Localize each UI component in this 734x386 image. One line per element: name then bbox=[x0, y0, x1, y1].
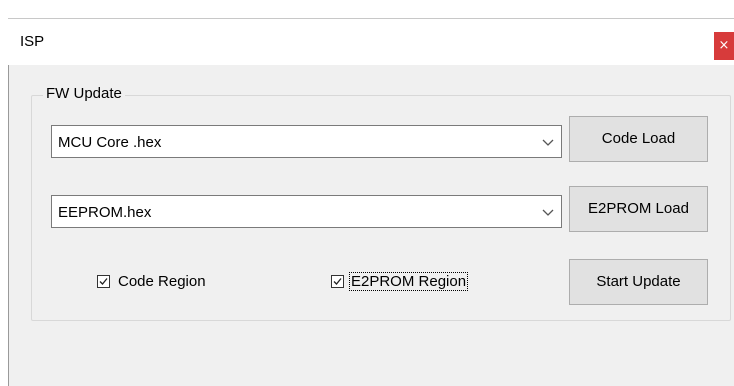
close-button[interactable]: × bbox=[714, 32, 734, 60]
code-load-button[interactable]: Code Load bbox=[569, 116, 708, 162]
code-file-combo[interactable]: MCU Core .hex bbox=[51, 125, 562, 158]
eeprom-file-value: EEPROM.hex bbox=[58, 204, 152, 221]
title-bar[interactable]: ISP × bbox=[8, 18, 734, 65]
e2prom-load-button[interactable]: E2PROM Load bbox=[569, 186, 708, 232]
top-strip bbox=[0, 0, 734, 18]
code-region-label: Code Region bbox=[118, 273, 206, 290]
checkmark-icon bbox=[333, 278, 342, 285]
e2prom-region-label: E2PROM Region bbox=[348, 272, 469, 291]
start-update-button[interactable]: Start Update bbox=[569, 259, 708, 305]
eeprom-file-combo[interactable]: EEPROM.hex bbox=[51, 195, 562, 228]
chevron-down-icon[interactable] bbox=[541, 205, 555, 219]
isp-window: ISP × FW Update MCU Core .hex Code Load … bbox=[0, 0, 734, 386]
client-area: FW Update MCU Core .hex Code Load EEPROM… bbox=[8, 65, 734, 386]
chevron-down-icon[interactable] bbox=[541, 135, 555, 149]
window-title: ISP bbox=[20, 33, 45, 50]
code-region-checkbox[interactable]: Code Region bbox=[97, 273, 206, 290]
close-icon: × bbox=[718, 38, 730, 53]
e2prom-region-checkbox[interactable]: E2PROM Region bbox=[331, 272, 469, 291]
checkbox-box[interactable] bbox=[97, 275, 110, 288]
code-file-value: MCU Core .hex bbox=[58, 134, 162, 151]
checkbox-box[interactable] bbox=[331, 275, 344, 288]
group-legend: FW Update bbox=[43, 85, 125, 102]
checkmark-icon bbox=[99, 278, 108, 285]
